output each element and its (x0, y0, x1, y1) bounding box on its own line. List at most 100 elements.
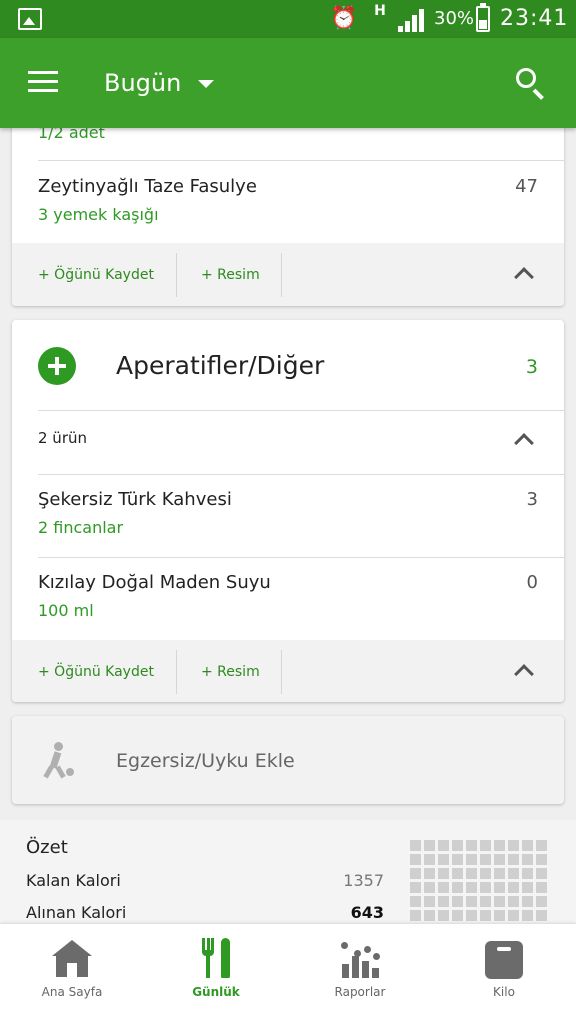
food-item-row[interactable]: Zeytinyağlı Taze Fasulye 3 yemek kaşığı … (12, 161, 564, 243)
add-food-button[interactable] (38, 347, 76, 385)
food-item-amount: 2 fincanlar (38, 518, 124, 537)
grid-cell (452, 882, 463, 893)
food-item-calories: 47 (515, 176, 538, 197)
grid-cell (522, 840, 533, 851)
grid-cell (466, 882, 477, 893)
footer-separator (176, 253, 177, 297)
food-item-name: Şekersiz Türk Kahvesi (38, 489, 232, 510)
grid-cell (424, 910, 435, 921)
chevron-up-icon[interactable] (514, 267, 534, 287)
add-exercise-button[interactable]: Egzersiz/Uyku Ekle (12, 716, 564, 804)
footer-separator (281, 253, 282, 297)
grid-cell (438, 854, 449, 865)
grid-cell (522, 854, 533, 865)
grid-cell (522, 868, 533, 879)
status-bar: ⏰ H 30% 23:41 (0, 0, 576, 38)
save-meal-button[interactable]: + Öğünü Kaydet (38, 640, 154, 702)
reports-chart-icon (340, 940, 380, 980)
grid-cell (438, 868, 449, 879)
grid-cell (452, 910, 463, 921)
grid-cell (424, 840, 435, 851)
grid-cell (508, 896, 519, 907)
nav-item-diary[interactable]: Günlük (144, 924, 288, 1024)
grid-cell (494, 854, 505, 865)
nav-item-label: Ana Sayfa (41, 985, 103, 999)
grid-cell (438, 896, 449, 907)
grid-cell (536, 854, 547, 865)
grid-cell (480, 910, 491, 921)
grid-cell (466, 896, 477, 907)
save-meal-button[interactable]: + Öğünü Kaydet (38, 243, 154, 306)
chevron-down-icon[interactable] (198, 80, 214, 88)
grid-cell (480, 896, 491, 907)
food-item-amount: 100 ml (38, 601, 94, 620)
grid-cell (508, 868, 519, 879)
meal-card-footer: + Öğünü Kaydet + Resim (12, 243, 564, 306)
grid-cell (410, 840, 421, 851)
date-selector-title[interactable]: Bugün (104, 68, 181, 98)
grid-cell (508, 910, 519, 921)
grid-cell (494, 840, 505, 851)
gallery-notification-icon (18, 8, 42, 30)
grid-cell (452, 840, 463, 851)
alarm-clock-icon: ⏰ (330, 6, 358, 31)
grid-cell (452, 854, 463, 865)
grid-cell (522, 896, 533, 907)
grid-cell (536, 840, 547, 851)
grid-cell (522, 910, 533, 921)
nav-item-reports[interactable]: Raporlar (288, 924, 432, 1024)
food-item-row[interactable]: Kızılay Doğal Maden Suyu 100 ml 0 (12, 558, 564, 640)
grid-cell (480, 854, 491, 865)
grid-cell (536, 910, 547, 921)
grid-cell (410, 868, 421, 879)
grid-cell (438, 840, 449, 851)
grid-cell (508, 854, 519, 865)
meal-card-previous: 1/2 adet Zeytinyağlı Taze Fasulye 3 yeme… (12, 116, 564, 306)
summary-label-remaining: Kalan Kalori (26, 871, 121, 890)
grid-cell (438, 882, 449, 893)
divider (38, 410, 564, 411)
grid-cell (424, 868, 435, 879)
meal-title: Aperatifler/Diğer (116, 351, 325, 380)
grid-cell (410, 854, 421, 865)
status-time: 23:41 (500, 6, 569, 31)
add-photo-button[interactable]: + Resim (201, 640, 260, 702)
nav-item-label: Kilo (493, 985, 515, 999)
calorie-grid-icon (410, 840, 550, 930)
add-exercise-label: Egzersiz/Uyku Ekle (116, 750, 295, 772)
footer-separator (176, 650, 177, 694)
food-item-amount: 3 yemek kaşığı (38, 205, 159, 224)
add-photo-button[interactable]: + Resim (201, 243, 260, 306)
grid-cell (536, 868, 547, 879)
grid-cell (410, 882, 421, 893)
chevron-up-icon[interactable] (514, 664, 534, 684)
food-item-row[interactable]: Şekersiz Türk Kahvesi 2 fincanlar 3 (12, 475, 564, 557)
footer-separator (281, 650, 282, 694)
grid-cell (494, 910, 505, 921)
grid-cell (494, 868, 505, 879)
grid-cell (424, 896, 435, 907)
food-item-name: Zeytinyağlı Taze Fasulye (38, 176, 257, 197)
grid-cell (508, 882, 519, 893)
scale-icon (485, 941, 523, 979)
chevron-up-icon[interactable] (514, 433, 534, 453)
summary-value-consumed: 643 (350, 903, 384, 922)
grid-cell (410, 896, 421, 907)
search-icon[interactable] (516, 68, 548, 100)
battery-icon (476, 3, 490, 32)
grid-cell (424, 854, 435, 865)
grid-cell (466, 840, 477, 851)
grid-cell (494, 882, 505, 893)
network-type-indicator: H (374, 3, 386, 19)
food-item-name: Kızılay Doğal Maden Suyu (38, 572, 271, 593)
grid-cell (536, 896, 547, 907)
home-icon (52, 940, 92, 978)
nav-item-weight[interactable]: Kilo (432, 924, 576, 1024)
meal-item-count[interactable]: 2 ürün (38, 428, 87, 448)
nav-item-home[interactable]: Ana Sayfa (0, 924, 144, 1024)
fork-knife-icon (202, 938, 232, 978)
grid-cell (466, 854, 477, 865)
battery-percentage: 30% (434, 8, 475, 29)
grid-cell (466, 910, 477, 921)
hamburger-menu-icon[interactable] (28, 71, 60, 93)
